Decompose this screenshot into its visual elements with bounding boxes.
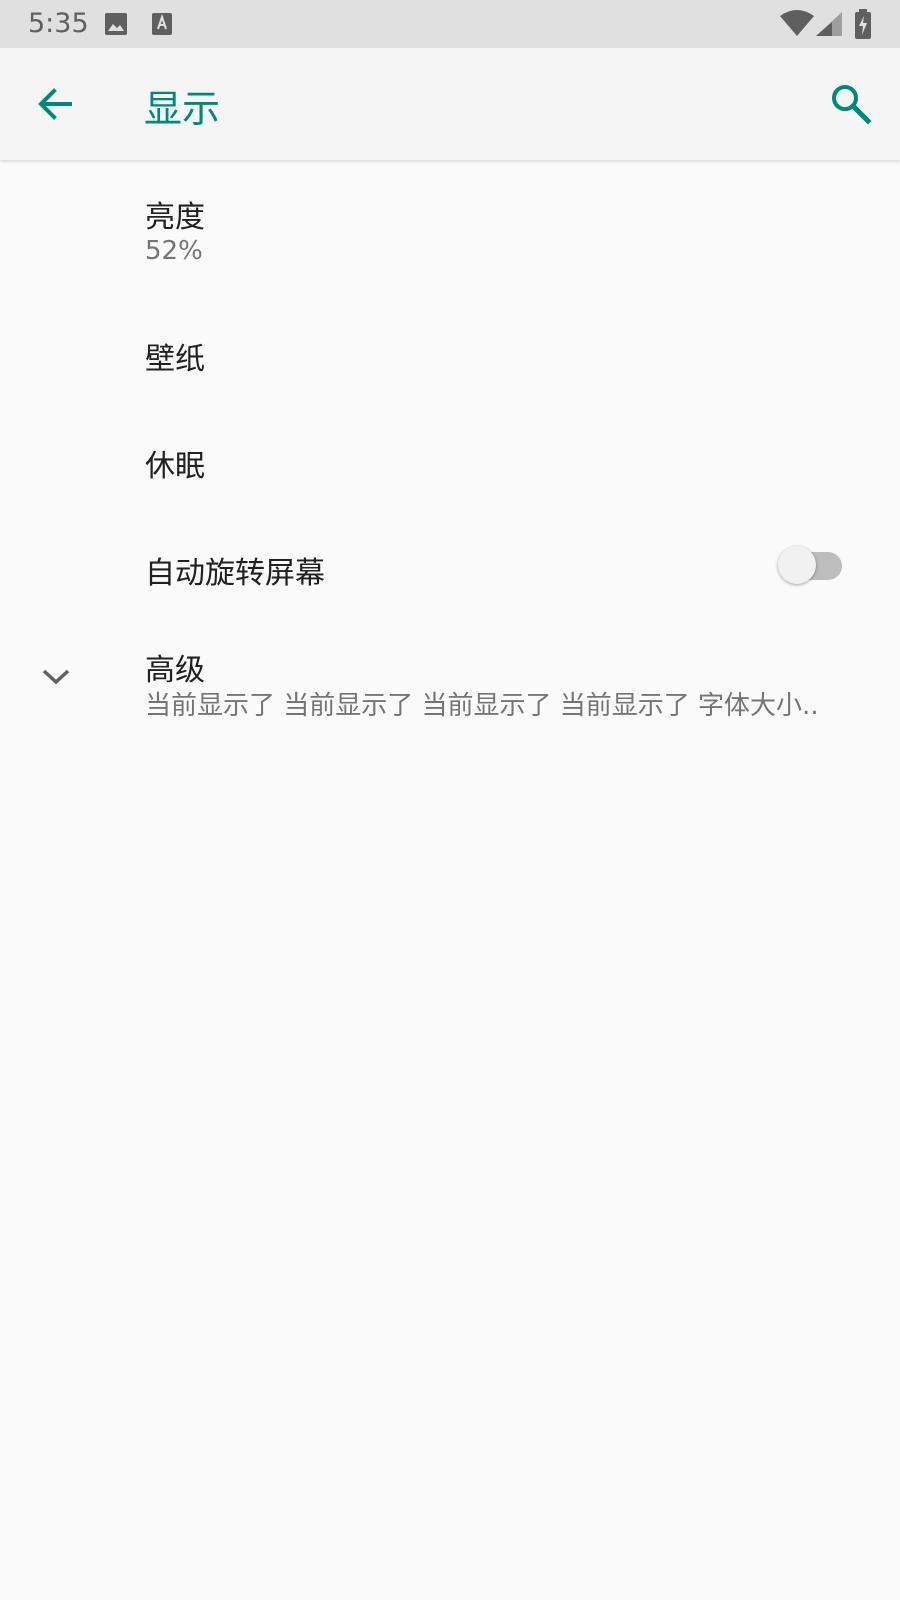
signal-icon	[816, 12, 842, 40]
setting-brightness[interactable]: 亮度 52%	[0, 160, 900, 286]
switch-thumb	[778, 546, 816, 584]
setting-wallpaper[interactable]: 壁纸	[0, 286, 900, 393]
advanced-summary: 当前显示了 当前显示了 当前显示了 当前显示了 字体大小..	[145, 691, 819, 721]
search-button[interactable]	[828, 81, 874, 127]
arrow-back-icon	[38, 88, 72, 120]
status-time: 5:35	[28, 8, 89, 39]
app-bar: 显示	[0, 48, 900, 160]
back-button[interactable]	[34, 82, 78, 126]
image-icon	[104, 12, 128, 40]
wifi-icon	[780, 10, 814, 42]
search-icon	[832, 85, 872, 125]
brightness-summary: 52%	[145, 236, 203, 266]
font-a-icon	[152, 12, 172, 40]
auto-rotate-title: 自动旋转屏幕	[145, 556, 325, 591]
sleep-title: 休眠	[145, 449, 205, 484]
auto-rotate-switch[interactable]	[778, 542, 848, 584]
wallpaper-title: 壁纸	[145, 342, 205, 377]
setting-auto-rotate[interactable]: 自动旋转屏幕	[0, 500, 900, 607]
advanced-title: 高级	[145, 653, 205, 688]
setting-advanced[interactable]: 高级 当前显示了 当前显示了 当前显示了 当前显示了 字体大小..	[0, 607, 900, 737]
page-title: 显示	[144, 87, 221, 131]
brightness-title: 亮度	[145, 200, 205, 235]
status-bar: 5:35	[0, 0, 900, 48]
battery-charging-icon	[854, 9, 872, 43]
chevron-down-icon	[38, 659, 74, 695]
setting-sleep[interactable]: 休眠	[0, 393, 900, 500]
